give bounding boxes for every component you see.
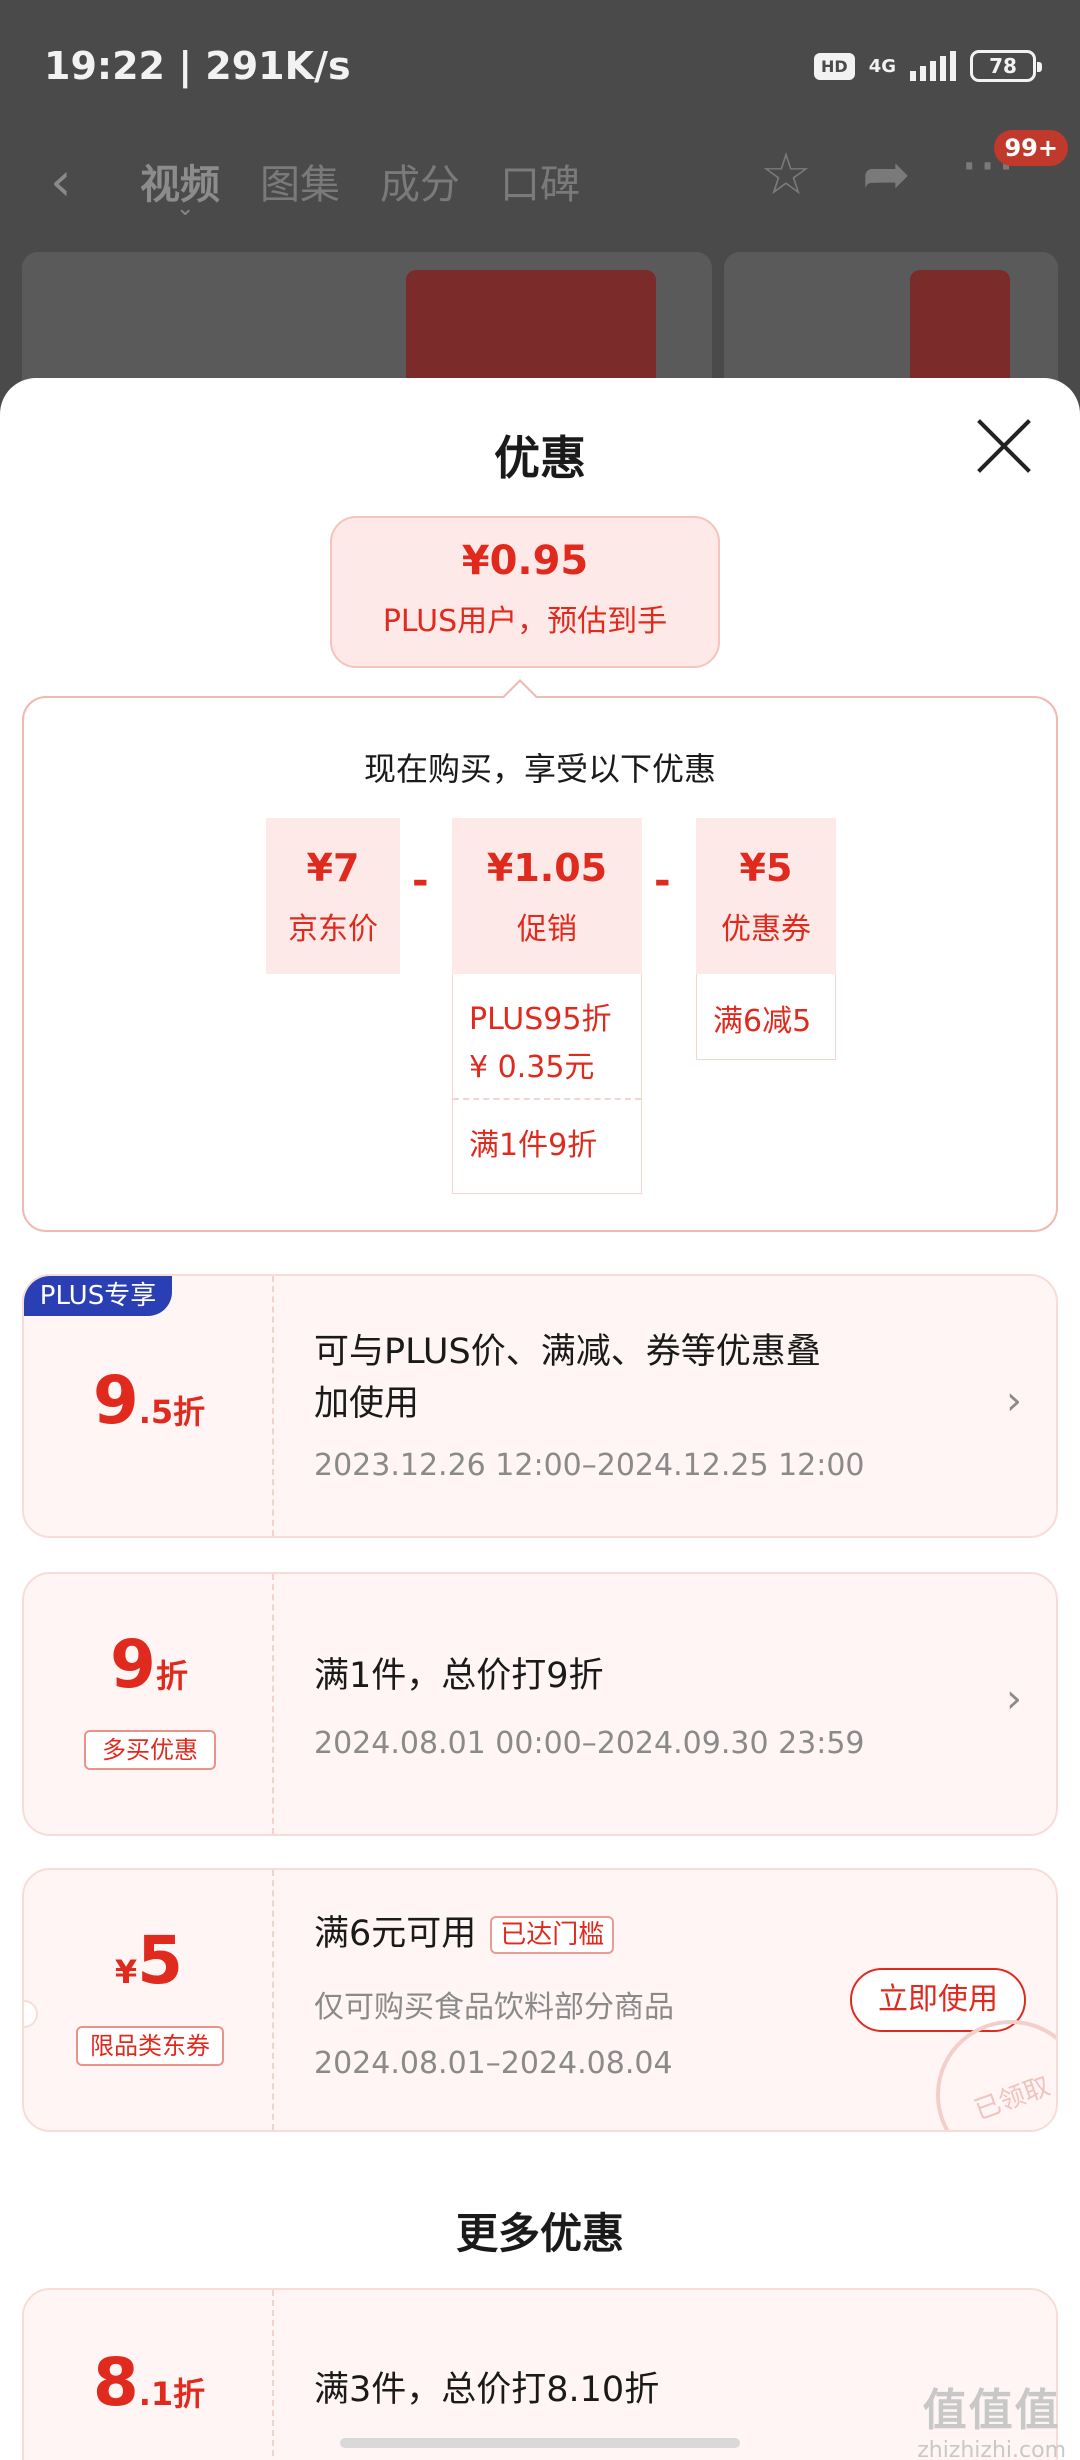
home-indicator[interactable] xyxy=(340,2438,740,2448)
promotion-details: PLUS95折 ¥ 0.35元 满1件9折 xyxy=(452,974,642,1194)
promo-detail-amount: ¥ 0.35元 xyxy=(469,1050,595,1085)
active-tab-indicator-icon: ⌄ xyxy=(176,196,195,221)
message-count-badge: 99+ xyxy=(994,130,1068,166)
coupon-multi-buy[interactable]: 9折 多买优惠 满1件，总价打9折 2024.08.01 00:00–2024.… xyxy=(22,1572,1058,1836)
coupon-discount-number: 9 xyxy=(92,1362,139,1439)
coupon-discount-number: 8 xyxy=(92,2344,139,2421)
hd-icon: HD xyxy=(814,52,855,80)
coupon-type-tag: 限品类东券 xyxy=(76,2026,224,2066)
discount-sheet: 优惠 ¥0.95 PLUS用户，预估到手 现在购买，享受以下优惠 ¥7 京东价 … xyxy=(0,378,1080,2460)
coupon-plus-discount[interactable]: PLUS专享 9.5折 可与PLUS价、满减、券等优惠叠 加使用 2023.12… xyxy=(22,1274,1058,1538)
close-icon[interactable] xyxy=(972,414,1036,478)
coupon-currency: ¥ xyxy=(114,1953,138,1991)
coupon-discount-value: 8.1折 xyxy=(24,2344,274,2421)
coupon-amount: ¥5 xyxy=(24,1922,274,1999)
background-page: 19:22 | 291K/s HD 4G 78 ‹ 视频 图集 成分 口碑 ⌄ … xyxy=(0,0,1080,432)
nav-tabs: 视频 图集 成分 口碑 xyxy=(140,152,580,210)
minus-operator: - xyxy=(412,858,429,904)
coupon-title-line-1: 可与PLUS价、满减、券等优惠叠 xyxy=(314,1332,821,1372)
sheet-title: 优惠 xyxy=(494,431,586,485)
chip-coupon-value: ¥5 xyxy=(739,846,793,890)
tab-reviews[interactable]: 口碑 xyxy=(500,152,580,210)
coupon-description: 仅可购买食品饮料部分商品 xyxy=(314,1990,674,2025)
coupon-detail-threshold: 满6减5 xyxy=(713,1004,812,1039)
coupon-type-tag: 多买优惠 xyxy=(84,1730,216,1770)
battery-level: 78 xyxy=(989,54,1017,78)
chevron-right-icon[interactable]: › xyxy=(1006,1378,1022,1424)
coupon-discount-value: 9折 xyxy=(24,1626,274,1703)
share-icon[interactable]: ➦ xyxy=(862,140,911,208)
coupon-title: 满1件，总价打9折 xyxy=(314,1656,604,1696)
coupon-discount-unit: .5折 xyxy=(138,1393,206,1431)
watermark-logo: 值值值 xyxy=(922,2385,1061,2436)
threshold-reached-tag: 已达门槛 xyxy=(490,1916,615,1954)
coupon-title: 可与PLUS价、满减、券等优惠叠 加使用 xyxy=(314,1326,821,1430)
chip-promotion-value: ¥1.05 xyxy=(486,846,608,890)
coupon-details: 满6减5 xyxy=(696,974,836,1060)
minus-operator: - xyxy=(654,858,671,904)
coupon-validity: 2023.12.26 12:00–2024.12.25 12:00 xyxy=(314,1448,865,1483)
tab-ingredients[interactable]: 成分 xyxy=(380,152,460,210)
battery-icon: 78 xyxy=(970,50,1042,82)
coupon-discount-number: 9 xyxy=(110,1626,156,1703)
watermark-url: zhizhizhi.com xyxy=(917,2438,1066,2460)
chip-promotion-label: 促销 xyxy=(517,912,577,947)
more-offers-title: 更多优惠 xyxy=(455,2209,624,2258)
coupon-title: 满3件，总价打8.10折 xyxy=(314,2370,660,2410)
status-bar: 19:22 | 291K/s HD 4G 78 xyxy=(0,0,1080,130)
chip-jd-price: ¥7 京东价 xyxy=(266,818,400,974)
status-time: 19:22 | 291K/s xyxy=(44,44,351,88)
chip-promotion: ¥1.05 促销 xyxy=(452,818,642,974)
coupon-left-panel xyxy=(24,1574,274,1834)
promo-detail-plus: PLUS95折 xyxy=(469,1002,612,1037)
star-icon[interactable]: ☆ xyxy=(760,140,812,208)
discount-breakdown: 现在购买，享受以下优惠 ¥7 京东价 - ¥1.05 促销 - ¥5 优惠券 P… xyxy=(22,696,1058,1232)
coupon-more-offer[interactable]: 8.1折 满3件，总价打8.10折 xyxy=(22,2288,1058,2460)
chip-coupon-label: 优惠券 xyxy=(721,912,811,947)
promo-detail-multi: 满1件9折 xyxy=(469,1128,598,1163)
chevron-right-icon[interactable]: › xyxy=(1006,1676,1022,1722)
chip-jd-price-value: ¥7 xyxy=(306,846,360,890)
coupon-validity: 2024.08.01 00:00–2024.09.30 23:59 xyxy=(314,1726,865,1761)
chip-jd-price-label: 京东价 xyxy=(288,912,378,947)
tab-gallery[interactable]: 图集 xyxy=(260,152,340,210)
coupon-discount-unit: .1折 xyxy=(138,2375,206,2413)
coupon-category-jd: ¥5 限品类东券 满6元可用 已达门槛 仅可购买食品饮料部分商品 2024.08.… xyxy=(22,1868,1058,2132)
plus-exclusive-badge: PLUS专享 xyxy=(24,1276,172,1316)
coupon-discount-unit: 折 xyxy=(155,1657,188,1695)
estimated-price: ¥0.95 xyxy=(461,538,589,584)
coupon-amount-number: 5 xyxy=(137,1922,184,1999)
breakdown-title: 现在购买，享受以下优惠 xyxy=(363,750,716,788)
back-icon[interactable]: ‹ xyxy=(50,150,72,213)
signal-icon xyxy=(910,51,956,81)
site-watermark: 值值值 zhizhizhi.com xyxy=(917,2374,1066,2460)
status-icons: HD 4G 78 xyxy=(814,50,1042,82)
coupon-left-panel xyxy=(24,1870,274,2130)
coupon-validity: 2024.08.01–2024.08.04 xyxy=(314,2046,673,2081)
coupon-title-row: 满6元可用 已达门槛 xyxy=(314,1908,615,1960)
estimated-price-box: ¥0.95 PLUS用户，预估到手 xyxy=(330,516,720,668)
coupon-title-line-2: 加使用 xyxy=(314,1384,420,1424)
coupon-discount-value: 9.5折 xyxy=(24,1362,274,1439)
network-label: 4G xyxy=(868,55,896,77)
chip-coupon: ¥5 优惠券 xyxy=(696,818,836,974)
product-nav-bar: ‹ 视频 图集 成分 口碑 ⌄ ☆ ➦ ··· 99+ xyxy=(0,130,1080,240)
coupon-title: 满6元可用 xyxy=(314,1914,477,1954)
estimated-price-label: PLUS用户，预估到手 xyxy=(382,604,668,639)
